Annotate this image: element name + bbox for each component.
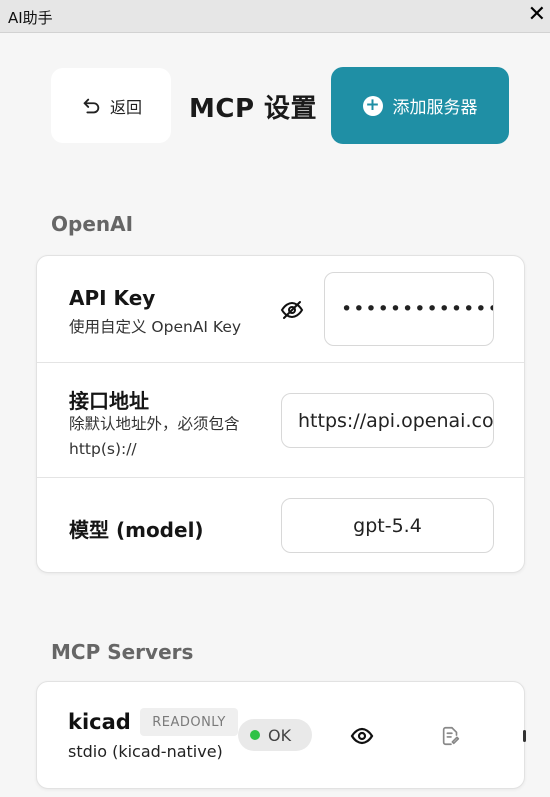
endpoint-desc-line1: 除默认地址外，必须包含 bbox=[69, 415, 240, 433]
server-name: kicad bbox=[68, 710, 131, 734]
server-card: kicad READONLY stdio (kicad-native) OK bbox=[36, 681, 526, 789]
edit-icon[interactable] bbox=[438, 723, 464, 749]
model-input[interactable]: gpt-5.4 bbox=[281, 498, 494, 553]
endpoint-desc-line2: http(s):// bbox=[69, 440, 137, 458]
add-circle-icon: + bbox=[362, 95, 383, 116]
readonly-badge: READONLY bbox=[140, 708, 238, 736]
title-bar: AI助手 ✕ bbox=[0, 0, 550, 33]
back-button[interactable]: 返回 bbox=[51, 68, 171, 143]
openai-settings-card: API Key 使用自定义 OpenAI Key •••••••••••••••… bbox=[36, 255, 525, 573]
model-title: 模型 (model) bbox=[69, 518, 204, 542]
overflow-menu-icon[interactable] bbox=[523, 730, 526, 742]
close-icon[interactable]: ✕ bbox=[528, 2, 546, 28]
endpoint-input[interactable]: https://api.openai.com bbox=[281, 393, 494, 448]
status-label: OK bbox=[268, 725, 292, 745]
status-dot bbox=[250, 730, 260, 740]
window-title: AI助手 bbox=[8, 9, 53, 27]
api-key-desc: 使用自定义 OpenAI Key bbox=[69, 318, 242, 336]
eye-off-icon[interactable] bbox=[278, 296, 306, 324]
status-badge: OK bbox=[238, 719, 312, 751]
endpoint-title: 接口地址 bbox=[69, 389, 149, 413]
mcp-section-label: MCP Servers bbox=[51, 640, 194, 664]
page-title: MCP 设置 bbox=[189, 94, 318, 124]
divider bbox=[37, 362, 524, 363]
server-subtitle: stdio (kicad-native) bbox=[68, 742, 223, 761]
add-server-label: 添加服务器 bbox=[392, 98, 478, 118]
eye-icon[interactable] bbox=[349, 723, 375, 749]
add-server-button[interactable]: + 添加服务器 bbox=[331, 67, 509, 144]
divider bbox=[37, 477, 524, 478]
undo-arrow-icon bbox=[83, 98, 100, 113]
api-key-input[interactable]: •••••••••••••••••• bbox=[324, 272, 494, 346]
back-label: 返回 bbox=[109, 97, 142, 117]
openai-section-label: OpenAI bbox=[51, 212, 134, 236]
api-key-title: API Key bbox=[69, 286, 156, 310]
